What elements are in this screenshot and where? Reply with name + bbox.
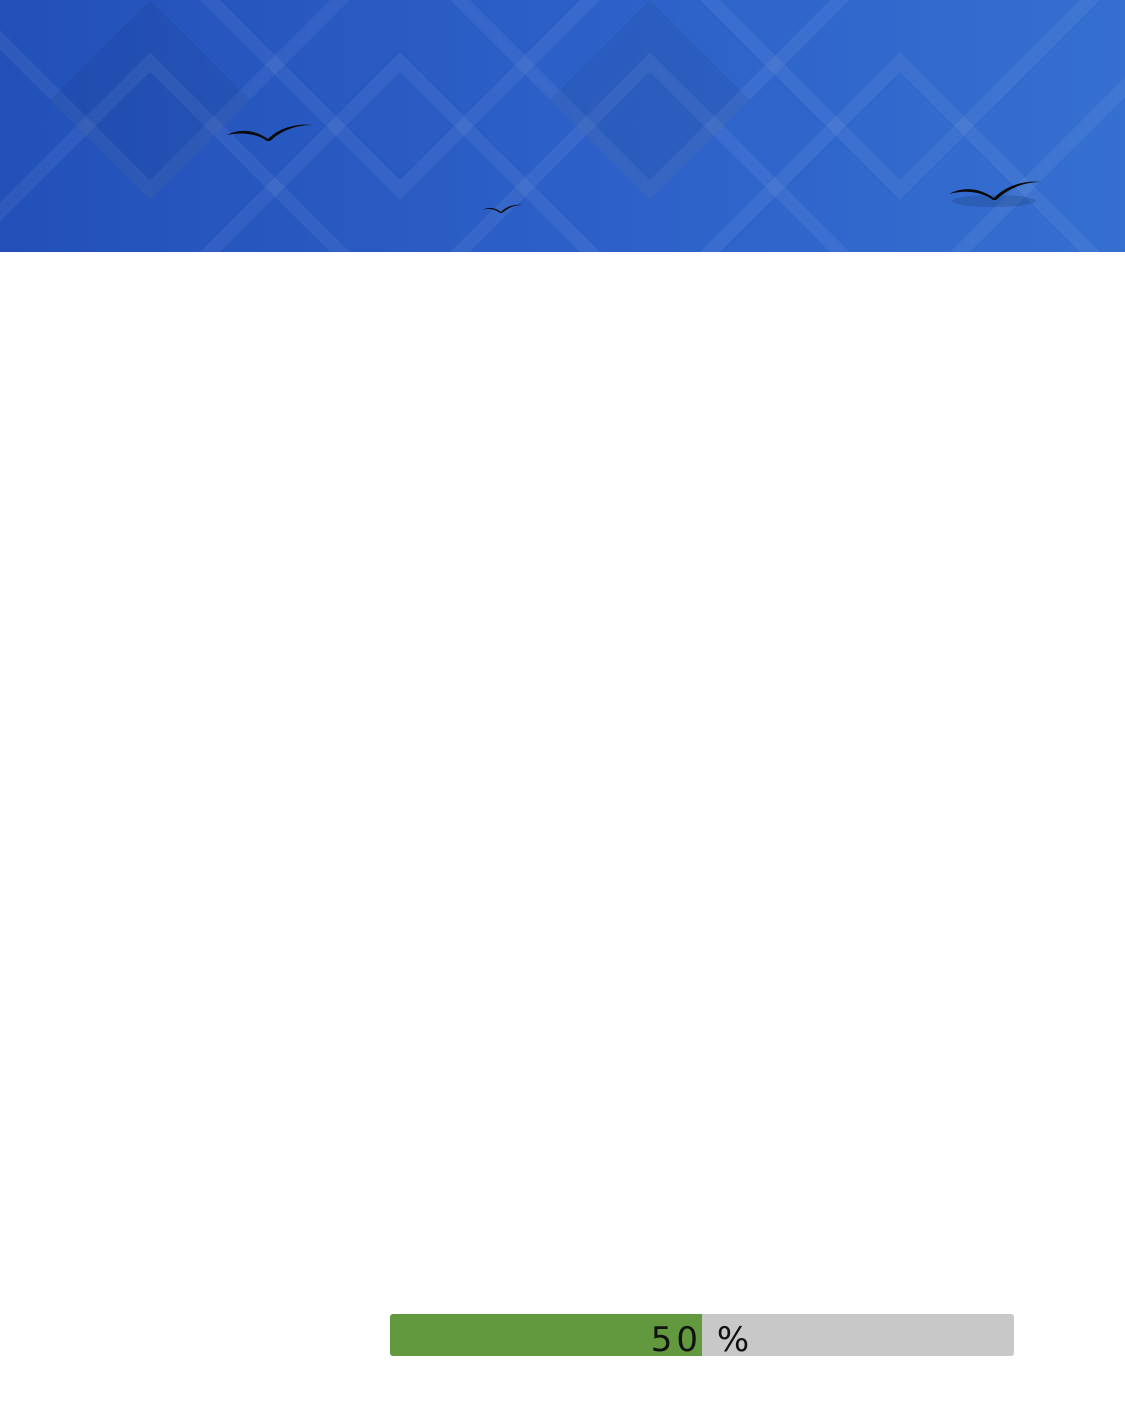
header-banner [0,0,1125,252]
seagull-icon [948,177,1044,211]
seagull-icon [226,120,316,144]
progress-label: 50 % [650,1320,754,1360]
seagull-icon [481,202,523,216]
loading-progress: 50 % [390,1314,1014,1360]
banner-diamond-pattern [0,0,1125,252]
splash-screen: 50 % [0,0,1125,1413]
